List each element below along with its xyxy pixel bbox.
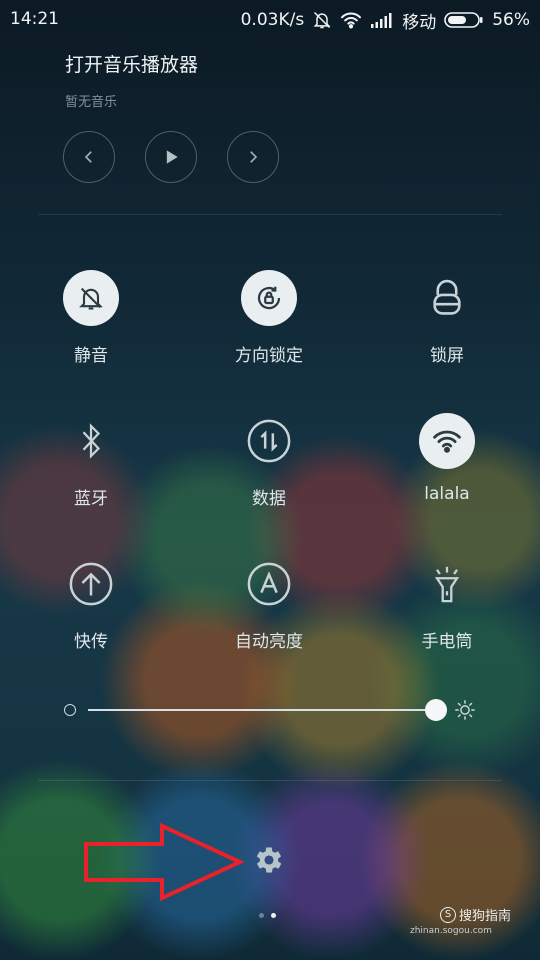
brightness-low-icon [64, 704, 76, 716]
play-icon [166, 150, 178, 164]
toggle-label: 蓝牙 [74, 489, 108, 509]
watermark-text: 搜狗指南 [459, 909, 512, 924]
toggle-mute[interactable]: 静音 [21, 270, 161, 366]
network-speed: 0.03K/s [240, 10, 305, 30]
gear-icon [256, 847, 282, 873]
quick-transfer-icon [69, 562, 113, 606]
status-bar: 14:21 0.03K/s 移动 56% [0, 0, 540, 40]
flashlight-icon [434, 566, 460, 603]
toggle-label: 自动亮度 [235, 632, 303, 652]
mobile-data-icon [247, 419, 291, 463]
toggle-wifi[interactable]: lalala [377, 413, 517, 504]
divider [38, 214, 502, 215]
toggle-label: 方向锁定 [235, 346, 303, 366]
mute-bell-icon [79, 287, 103, 310]
toggle-label: 锁屏 [430, 346, 464, 366]
page-dot [259, 913, 264, 918]
music-status: 暂无音乐 [65, 95, 118, 110]
toggle-quick-transfer[interactable]: 快传 [21, 556, 161, 652]
next-button[interactable] [227, 131, 279, 183]
toggle-rotation-lock[interactable]: 方向锁定 [199, 270, 339, 366]
red-arrow-annotation [84, 822, 245, 902]
auto-brightness-icon [247, 562, 291, 606]
toggle-wifi-circle[interactable] [419, 413, 475, 469]
toggle-bluetooth-circle[interactable] [63, 413, 119, 469]
mute-status-icon [312, 10, 332, 30]
watermark: S 搜狗指南 zhinan.sogou.com [410, 905, 512, 936]
toggle-label: lalala [424, 484, 470, 504]
brightness-knob[interactable] [425, 699, 447, 721]
page-indicator [259, 913, 276, 918]
toggle-mobile-data[interactable]: 数据 [199, 413, 339, 509]
wifi-icon [433, 430, 461, 453]
music-player-widget[interactable]: 打开音乐播放器 暂无音乐 [65, 50, 485, 110]
toggle-rotation-lock-circle[interactable] [241, 270, 297, 326]
page-dot-active [271, 913, 276, 918]
toggle-label: 数据 [252, 489, 286, 509]
previous-button[interactable] [63, 131, 115, 183]
toggle-lock-screen-circle[interactable] [419, 270, 475, 326]
battery-percent: 56% [492, 10, 530, 30]
toggle-flashlight[interactable]: 手电筒 [377, 556, 517, 652]
music-controls [63, 131, 279, 183]
toggle-lock-screen[interactable]: 锁屏 [377, 270, 517, 366]
toggle-flashlight-circle[interactable] [419, 556, 475, 612]
toggle-bluetooth[interactable]: 蓝牙 [21, 413, 161, 509]
bluetooth-icon [82, 423, 101, 459]
previous-icon [84, 151, 92, 163]
play-button[interactable] [145, 131, 197, 183]
sogou-logo-icon: S [440, 906, 456, 923]
battery-icon [444, 11, 484, 29]
brightness-slider[interactable] [64, 696, 484, 726]
toggle-quick-transfer-circle[interactable] [63, 556, 119, 612]
watermark-url: zhinan.sogou.com [410, 926, 492, 936]
next-icon [250, 151, 258, 163]
divider [38, 780, 502, 781]
carrier-name: 移动 [402, 12, 437, 33]
status-time: 14:21 [10, 9, 59, 29]
toggle-label: 手电筒 [421, 632, 473, 652]
toggle-mute-circle[interactable] [63, 270, 119, 326]
rotation-lock-icon [257, 286, 281, 310]
toggle-auto-brightness[interactable]: 自动亮度 [199, 556, 339, 652]
brightness-track[interactable] [88, 709, 438, 711]
padlock-icon [433, 279, 461, 315]
toggle-label: 静音 [74, 346, 108, 366]
brightness-high-icon [454, 699, 476, 725]
toggle-auto-brightness-circle[interactable] [241, 556, 297, 612]
wifi-status-icon [340, 11, 362, 29]
music-player-title[interactable]: 打开音乐播放器 [65, 50, 485, 77]
toggle-mobile-data-circle[interactable] [241, 413, 297, 469]
signal-icon [370, 12, 394, 28]
settings-button[interactable] [252, 843, 286, 881]
toggle-label: 快传 [74, 632, 108, 652]
